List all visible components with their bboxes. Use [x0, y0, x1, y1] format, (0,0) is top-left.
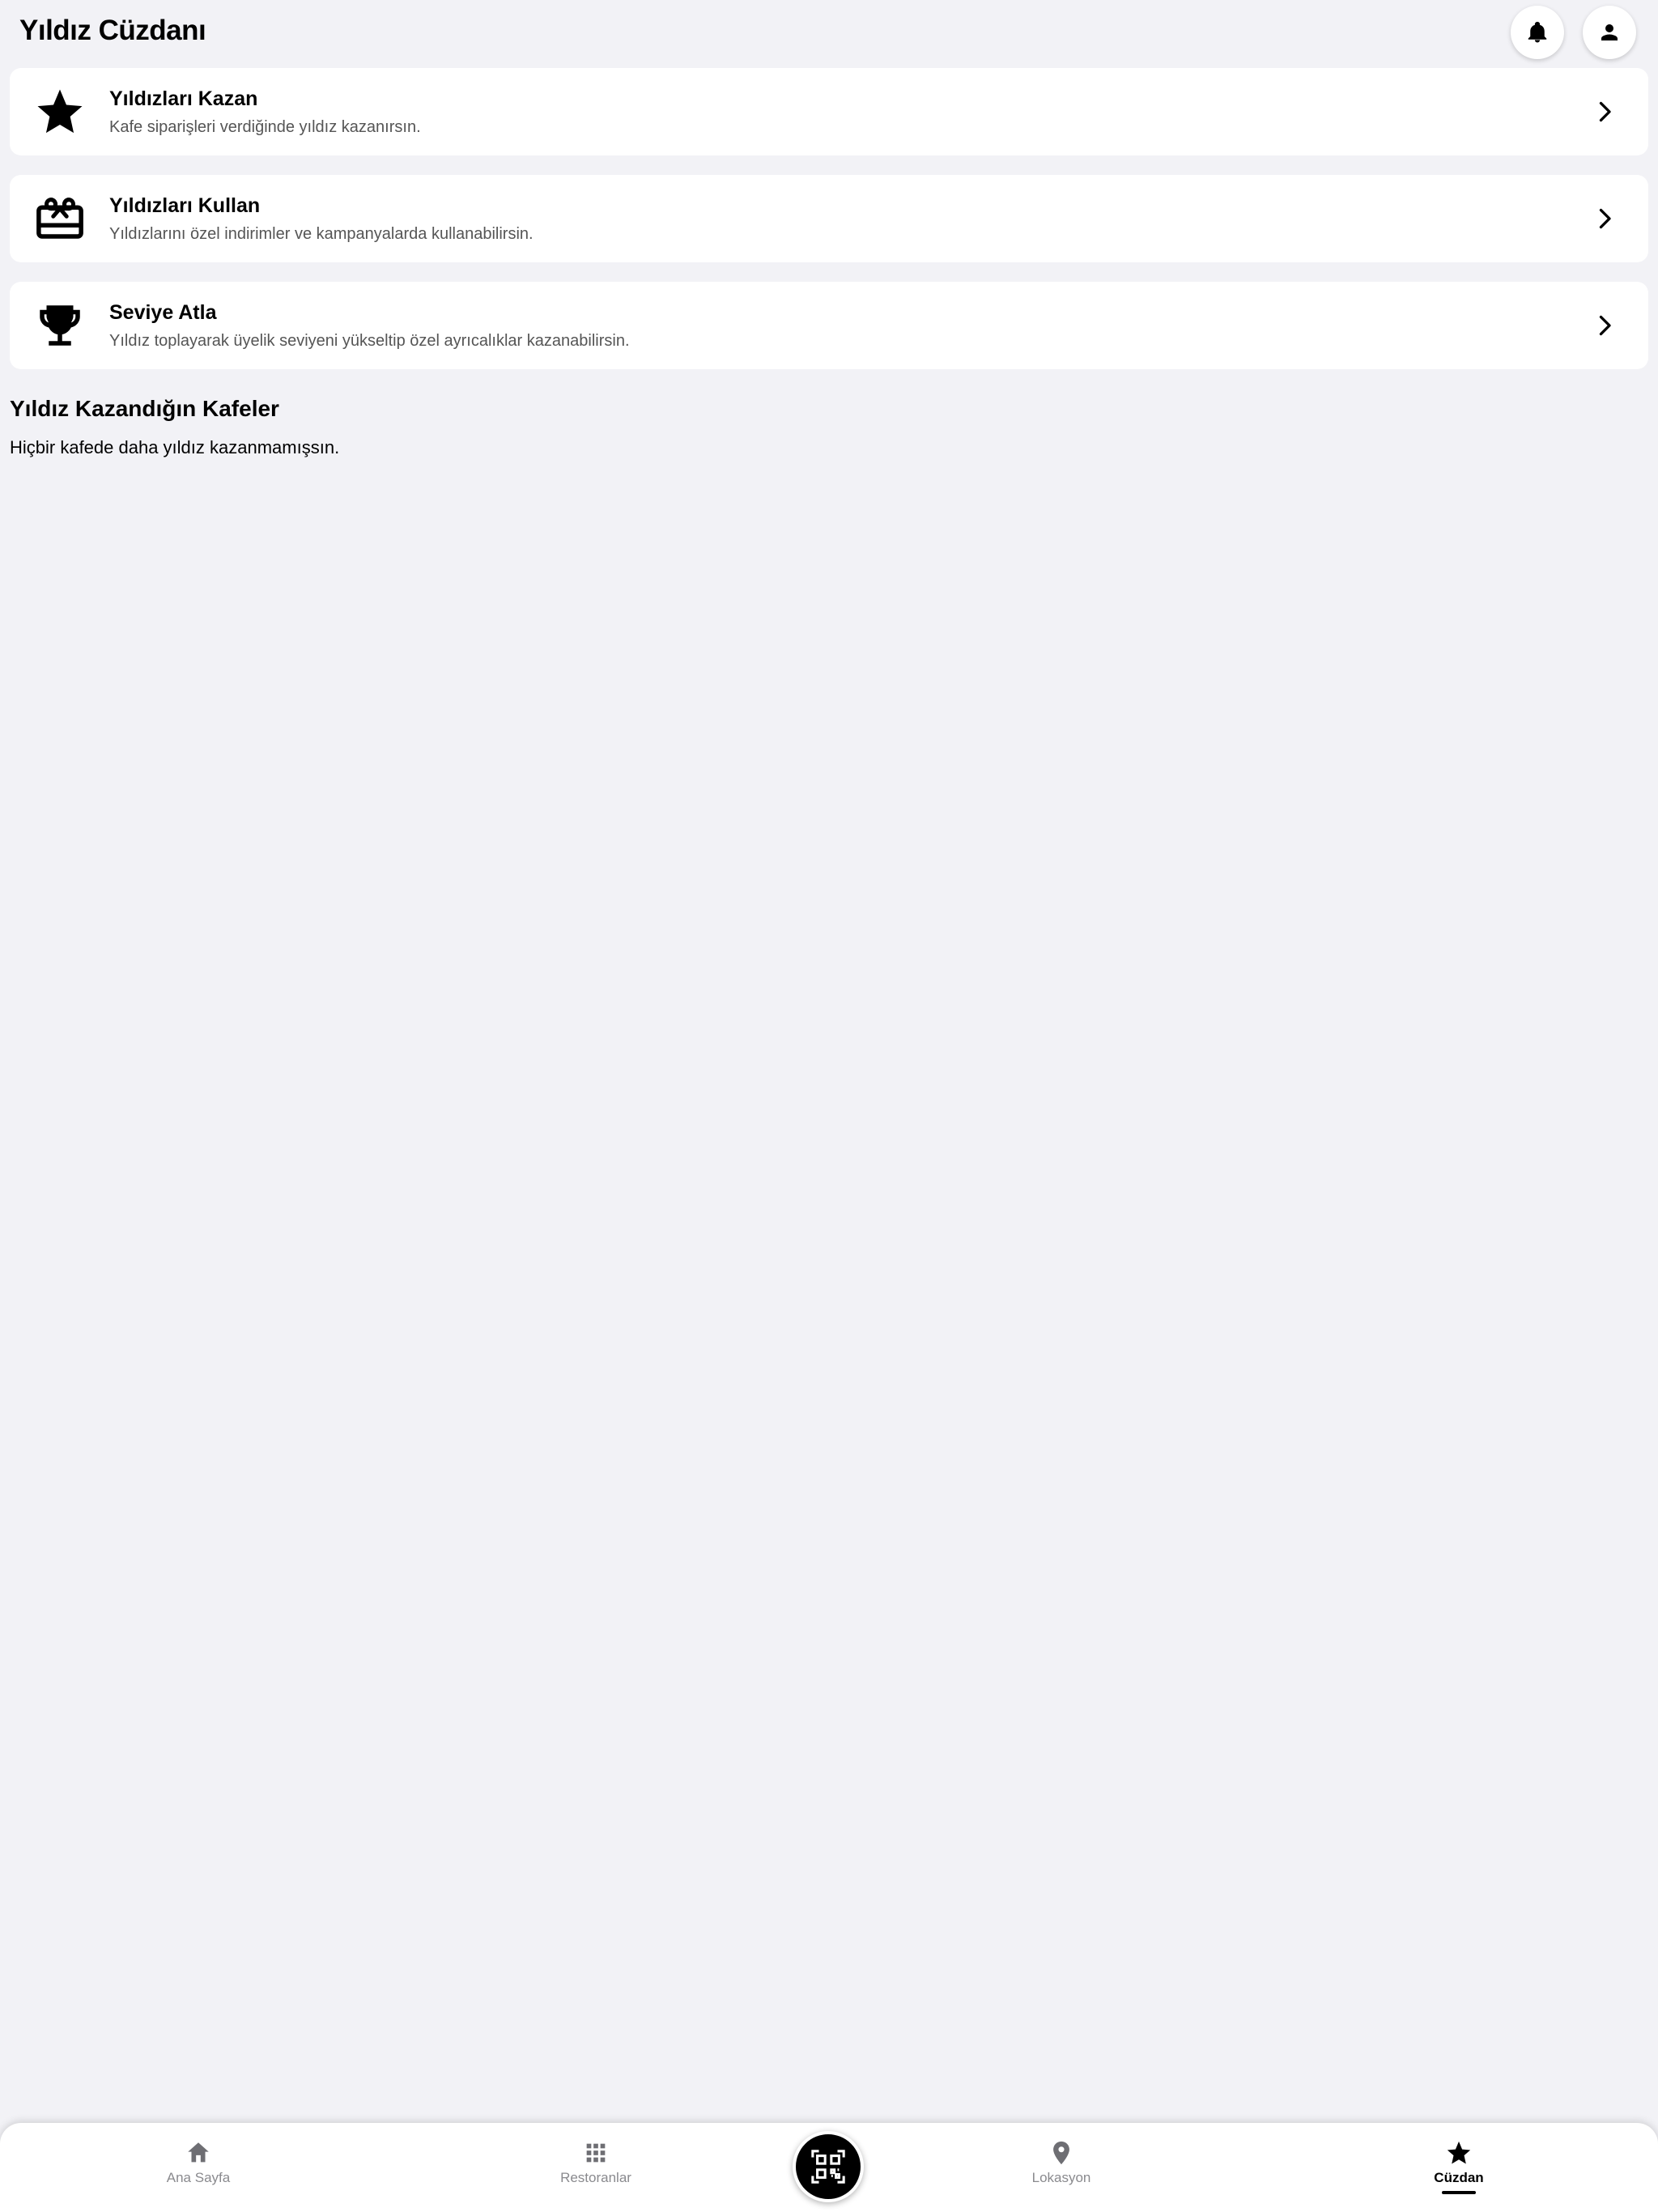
tab-wallet[interactable]: Cüzdan — [1378, 2139, 1540, 2204]
bell-icon — [1528, 21, 1547, 43]
section-title: Yıldız Kazandığın Kafeler — [10, 396, 279, 421]
tab-label: Restoranlar — [560, 2170, 631, 2185]
grid-icon — [586, 2143, 606, 2163]
card-icon — [32, 84, 87, 139]
chevron-right-icon — [1599, 208, 1611, 229]
profile-button[interactable] — [1583, 6, 1636, 59]
card-title: Seviye Atla — [109, 301, 217, 324]
star-icon — [37, 89, 83, 134]
empty-state-message: Hiçbir kafede daha yıldız kazanmamışsın. — [10, 437, 340, 457]
level-up-card[interactable]: Seviye Atla Yıldız toplayarak üyelik sev… — [10, 282, 1648, 369]
tab-label: Ana Sayfa — [166, 2170, 231, 2185]
tab-location[interactable]: Lokasyon — [980, 2139, 1142, 2204]
qr-scan-icon — [811, 2150, 845, 2184]
tab-label: Lokasyon — [1031, 2170, 1091, 2185]
qr-scan-button[interactable] — [793, 2131, 864, 2202]
trophy-icon — [40, 305, 80, 346]
header: Yıldız Cüzdanı — [0, 0, 1658, 65]
earn-stars-card[interactable]: Yıldızları Kazan Kafe siparişleri verdiğ… — [10, 68, 1648, 155]
card-title: Yıldızları Kazan — [109, 87, 258, 110]
chevron-right-icon — [1599, 101, 1611, 122]
notifications-button[interactable] — [1511, 6, 1564, 59]
tab-home[interactable]: Ana Sayfa — [117, 2139, 279, 2204]
star-icon — [1447, 2141, 1471, 2164]
page-title: Yıldız Cüzdanı — [19, 15, 206, 46]
card-icon — [32, 191, 87, 246]
card-title: Yıldızları Kullan — [109, 194, 261, 217]
active-tab-indicator — [1442, 2191, 1476, 2194]
location-pin-icon — [1053, 2141, 1069, 2165]
use-stars-card[interactable]: Yıldızları Kullan Yıldızlarını özel indi… — [10, 175, 1648, 262]
gift-card-icon — [36, 198, 83, 239]
tab-label: Cüzdan — [1434, 2170, 1484, 2185]
card-description: Kafe siparişleri verdiğinde yıldız kazan… — [109, 118, 421, 136]
card-icon — [32, 298, 87, 353]
card-description: Yıldız toplayarak üyelik seviyeni yüksel… — [109, 332, 630, 350]
chevron-right-icon — [1599, 315, 1611, 336]
card-description: Yıldızlarını özel indirimler ve kampanya… — [109, 225, 534, 243]
tab-restaurants[interactable]: Restoranlar — [515, 2139, 677, 2204]
home-icon — [188, 2142, 209, 2163]
person-icon — [1601, 24, 1618, 40]
